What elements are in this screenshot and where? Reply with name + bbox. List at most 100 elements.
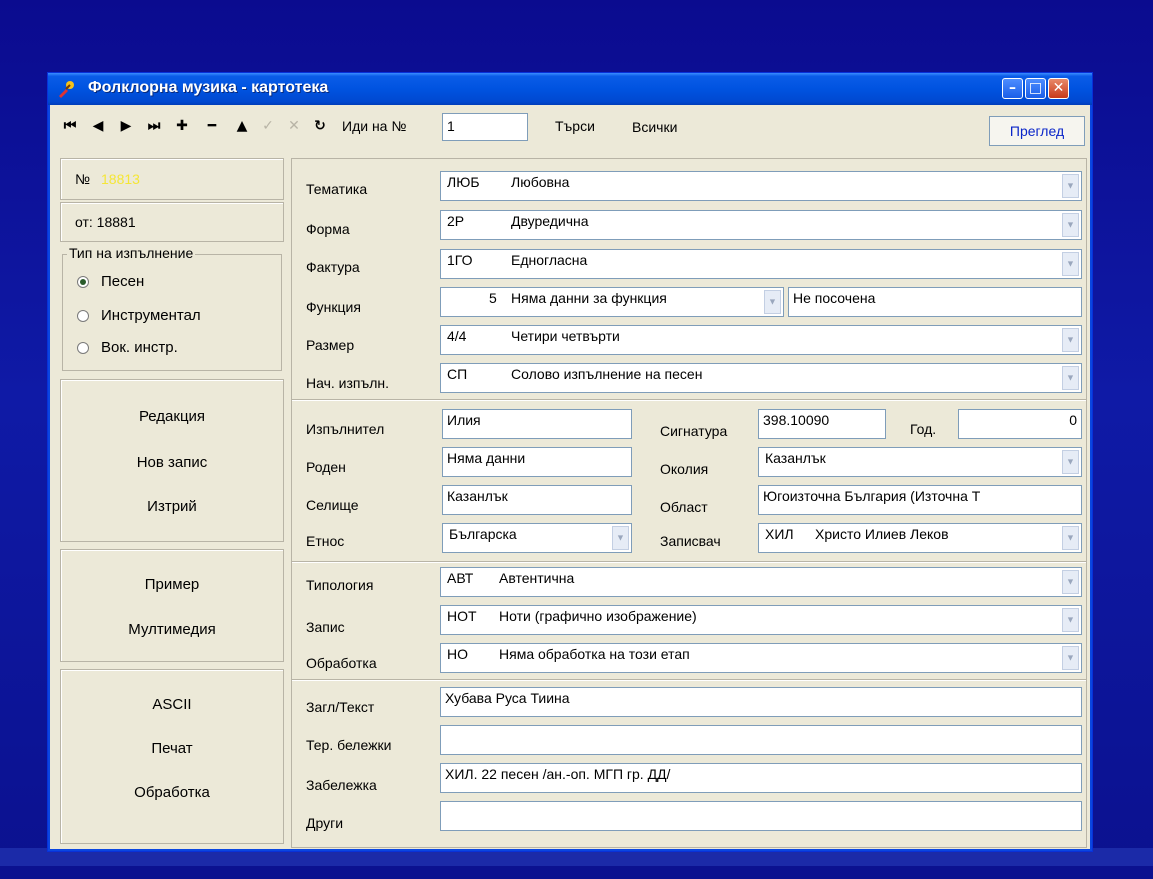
drugi-label: Други — [306, 815, 344, 831]
all-link[interactable]: Всички — [632, 119, 677, 135]
title-bar: Фолклорна музика - картотека – □ ✕ — [48, 73, 1092, 105]
performance-type-title: Тип на изпълнение — [67, 245, 196, 261]
belezhka-field[interactable]: ХИЛ. 22 песен /ан.-оп. МГП гр. ДД/ — [440, 763, 1082, 793]
funkciya-extra-field[interactable]: Не посочена — [788, 287, 1082, 317]
cancel-edit-icon[interactable]: ✕ — [284, 116, 304, 136]
drugi-field[interactable] — [440, 801, 1082, 831]
nach-izpalnenie-combo[interactable]: СП Солово изпълнение на песен — [440, 363, 1082, 393]
chevron-down-icon[interactable] — [1062, 608, 1079, 632]
maximize-button[interactable]: □ — [1025, 78, 1046, 99]
tematika-combo[interactable]: ЛЮБ Любовна — [440, 171, 1082, 201]
faktura-combo[interactable]: 1ГО Едногласна — [440, 249, 1082, 279]
okoliya-label: Околия — [660, 461, 709, 477]
chevron-down-icon[interactable] — [1062, 252, 1079, 276]
tipologiya-label: Типология — [306, 577, 374, 593]
selishte-label: Селище — [306, 497, 359, 513]
chevron-down-icon[interactable] — [1062, 366, 1079, 390]
radio-vocal-instrumental[interactable]: Вок. инстр. — [77, 339, 178, 356]
processing-button[interactable]: Обработка — [61, 784, 283, 801]
multimedia-button[interactable]: Мултимедия — [61, 621, 283, 638]
goto-input[interactable]: 1 — [442, 113, 528, 141]
ter-belezhki-field[interactable] — [440, 725, 1082, 755]
signatura-field[interactable]: 398.10090 — [758, 409, 886, 439]
post-record-icon[interactable]: ✓ — [258, 116, 278, 136]
search-link[interactable]: Търси — [555, 118, 595, 134]
add-record-icon[interactable]: ✚ — [172, 116, 192, 136]
faktura-label: Фактура — [306, 259, 360, 275]
close-icon: ✕ — [1052, 80, 1065, 96]
signatura-label: Сигнатура — [660, 423, 728, 439]
record-total-panel: от: 18881 — [60, 202, 284, 242]
chevron-down-icon[interactable] — [1062, 328, 1079, 352]
tipologiya-combo[interactable]: АВТ Автентична — [440, 567, 1082, 597]
refresh-icon[interactable]: ↻ — [310, 116, 330, 136]
new-record-button[interactable]: Нов запис — [61, 454, 283, 471]
etnos-combo[interactable]: Българска — [442, 523, 632, 553]
zapisvach-label: Записвач — [660, 533, 721, 549]
minimize-icon: – — [1009, 80, 1016, 96]
radio-song[interactable]: Песен — [77, 273, 144, 290]
preview-button[interactable]: Преглед — [989, 116, 1085, 146]
forma-combo[interactable]: 2Р Двуредична — [440, 210, 1082, 240]
record-commands-panel: Редакция Нов запис Изтрий — [60, 379, 284, 542]
obrabotka-combo[interactable]: НО Няма обработка на този етап — [440, 643, 1082, 673]
section-divider — [292, 679, 1086, 681]
zapisvach-combo[interactable]: ХИЛ Христо Илиев Леков — [758, 523, 1082, 553]
zaglavie-label: Загл/Текст — [306, 699, 375, 715]
first-record-icon[interactable]: ⏮ — [60, 116, 80, 136]
godina-field[interactable]: 0 — [958, 409, 1082, 439]
remove-record-icon[interactable]: ━ — [202, 116, 222, 136]
print-button[interactable]: Печат — [61, 740, 283, 757]
roden-label: Роден — [306, 459, 346, 475]
chevron-down-icon[interactable] — [1062, 174, 1079, 198]
performance-type-group: Тип на изпълнение Песен Инструментал Вок… — [62, 245, 282, 371]
radio-dot-icon — [77, 342, 89, 355]
edit-button[interactable]: Редакция — [61, 408, 283, 425]
ascii-button[interactable]: ASCII — [61, 696, 283, 713]
funkciya-label: Функция — [306, 299, 361, 315]
close-button[interactable]: ✕ — [1048, 78, 1069, 99]
godina-label: Год. — [910, 421, 937, 437]
chevron-down-icon[interactable] — [1062, 213, 1079, 237]
record-details-panel: Тематика ЛЮБЛюбовна Форма 2РДвуредична Ф… — [291, 158, 1087, 848]
forma-label: Форма — [306, 221, 350, 237]
roden-field[interactable]: Няма данни — [442, 447, 632, 477]
selishte-field[interactable]: Казанлък — [442, 485, 632, 515]
chevron-down-icon[interactable] — [1062, 450, 1079, 474]
etnos-label: Етнос — [306, 533, 345, 549]
record-number-label: № — [75, 171, 91, 187]
okoliya-combo[interactable]: Казанлък — [758, 447, 1082, 477]
radio-instrumental[interactable]: Инструментал — [77, 307, 201, 324]
izpalnitel-label: Изпълнител — [306, 421, 385, 437]
zaglavie-field[interactable]: Хубава Руса Тиина — [440, 687, 1082, 717]
app-icon — [59, 81, 74, 98]
minimize-button[interactable]: – — [1002, 78, 1023, 99]
radio-dot-icon — [77, 310, 89, 323]
chevron-down-icon[interactable] — [764, 290, 781, 314]
next-record-icon[interactable]: ▶ — [116, 116, 136, 136]
oblast-label: Област — [660, 499, 708, 515]
app-window: Фолклорна музика - картотека – □ ✕ ⏮ ◀ ▶… — [47, 72, 1093, 852]
record-total: от: 18881 — [75, 214, 136, 230]
chevron-down-icon[interactable] — [1062, 526, 1079, 550]
record-number-value: 18813 — [101, 171, 140, 187]
maximize-icon: □ — [1028, 80, 1043, 96]
izpalnitel-field[interactable]: Илия — [442, 409, 632, 439]
toolbar: ⏮ ◀ ▶ ⏭ ✚ ━ ▲ ✓ ✕ ↻ Иди на № 1 Търси Вси… — [48, 106, 1092, 150]
oblast-field[interactable]: Югоизточна България (Източна Т — [758, 485, 1082, 515]
section-divider — [292, 399, 1086, 401]
chevron-down-icon[interactable] — [612, 526, 629, 550]
chevron-down-icon[interactable] — [1062, 646, 1079, 670]
media-commands-panel: Пример Мултимедия — [60, 549, 284, 662]
chevron-down-icon[interactable] — [1062, 570, 1079, 594]
last-record-icon[interactable]: ⏭ — [144, 116, 164, 136]
goto-label: Иди на № — [342, 118, 407, 134]
zapis-combo[interactable]: НОТ Ноти (графично изображение) — [440, 605, 1082, 635]
razmer-combo[interactable]: 4/4 Четири четвърти — [440, 325, 1082, 355]
delete-button[interactable]: Изтрий — [61, 498, 283, 515]
edit-record-icon[interactable]: ▲ — [232, 116, 252, 136]
example-button[interactable]: Пример — [61, 576, 283, 593]
prev-record-icon[interactable]: ◀ — [88, 116, 108, 136]
record-number-panel: № 18813 — [60, 158, 284, 200]
funkciya-combo[interactable]: 5 Няма данни за функция — [440, 287, 784, 317]
